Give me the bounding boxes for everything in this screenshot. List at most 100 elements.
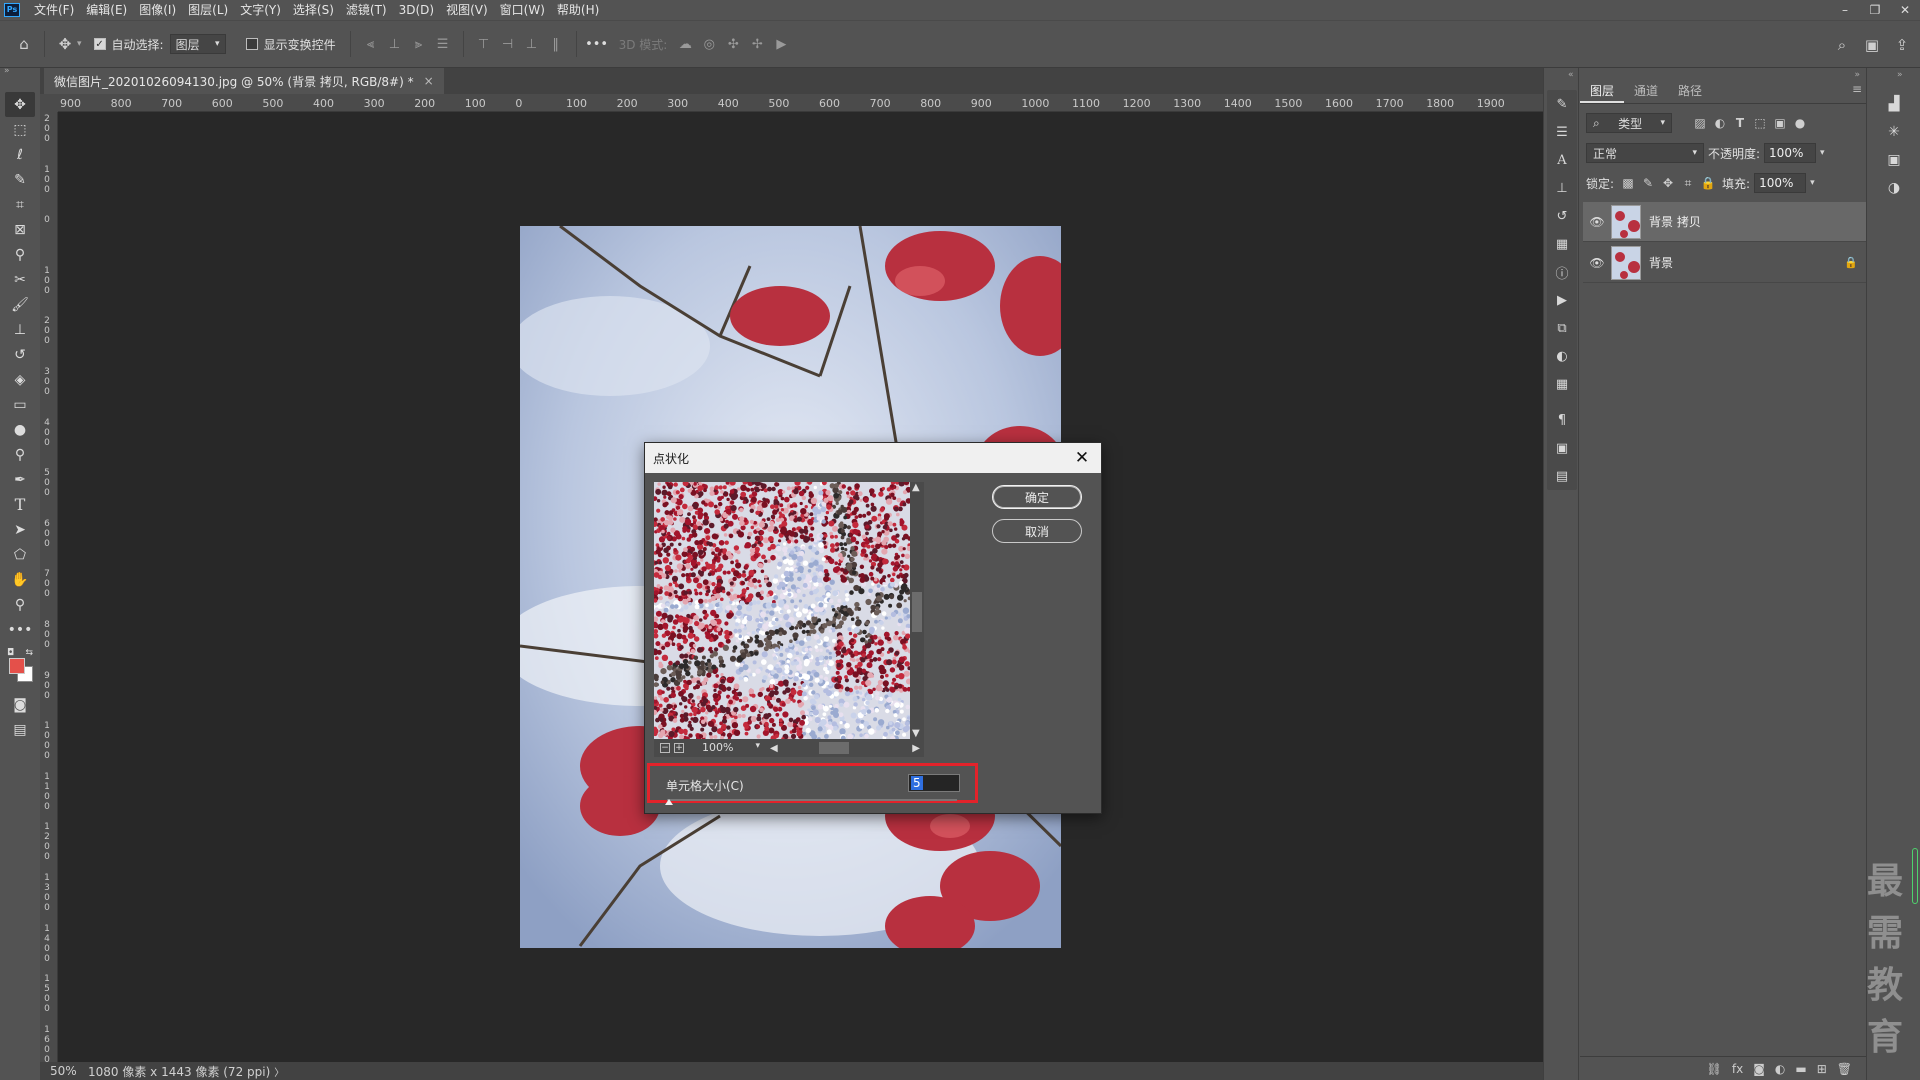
eyedropper-tool-icon[interactable]: ⚲ — [5, 242, 35, 267]
home-icon[interactable]: ⌂ — [12, 32, 36, 56]
edit-toolbar-icon[interactable]: ••• — [5, 617, 35, 642]
auto-select-dropdown[interactable]: 图层 ▾ — [169, 34, 226, 54]
scroll-left-icon[interactable]: ◀ — [770, 743, 778, 754]
restore-icon[interactable]: ❐ — [1860, 0, 1890, 20]
layer-name[interactable]: 背景 — [1649, 254, 1836, 271]
clone-source-icon[interactable]: ⊥ — [1547, 174, 1577, 202]
gradient-tool-icon[interactable]: ▭ — [5, 392, 35, 417]
screen-mode-icon[interactable]: ▤ — [5, 717, 35, 742]
visibility-eye-icon[interactable]: 👁 — [1583, 256, 1611, 270]
navigator-icon[interactable]: ✳ — [1879, 118, 1909, 146]
menu-3d[interactable]: 3D(D) — [393, 0, 440, 20]
tab-layers[interactable]: 图层 — [1580, 78, 1625, 103]
actions-icon[interactable]: ▶ — [1547, 286, 1577, 314]
show-transform-checkbox[interactable]: 显示变换控件 — [245, 36, 336, 53]
foreground-color-swatch[interactable] — [9, 658, 25, 674]
adjustments-icon[interactable]: ◑ — [1879, 174, 1909, 202]
3d-slide-icon[interactable]: ✢ — [745, 37, 769, 52]
distribute-v-icon[interactable]: ‖ — [544, 37, 568, 52]
align-right-icon[interactable]: ⫸ — [407, 37, 431, 52]
delete-layer-icon[interactable]: 🗑 — [1837, 1062, 1852, 1076]
opacity-input[interactable]: 100% — [1764, 143, 1817, 163]
move-tool-preset-icon[interactable]: ✥ — [53, 32, 77, 56]
canvas-area[interactable]: 点状化 ✕ ▲ ▼ − + 100% ▾ ◀ ▶ 确定 取消 单元格大小(C) … — [58, 112, 1543, 1062]
visibility-eye-icon[interactable]: 👁 — [1583, 215, 1611, 229]
menu-type[interactable]: 文字(Y) — [234, 0, 287, 20]
collapse-panel-icon[interactable]: « — [1568, 70, 1574, 80]
type-tool-icon[interactable]: T — [5, 492, 35, 517]
frame-tool-icon[interactable]: ⊠ — [5, 217, 35, 242]
notes-icon[interactable]: ▤ — [1547, 462, 1577, 490]
history-brush-tool-icon[interactable]: ↺ — [5, 342, 35, 367]
filter-smart-object-icon[interactable]: ▣ — [1770, 116, 1790, 130]
adjustments-icon[interactable]: ☰ — [1547, 118, 1577, 146]
cancel-button[interactable]: 取消 — [992, 519, 1082, 543]
more-options-icon[interactable]: ••• — [585, 37, 609, 52]
menu-help[interactable]: 帮助(H) — [551, 0, 605, 20]
fill-input[interactable]: 100% — [1754, 173, 1807, 193]
filter-type-icon[interactable]: T — [1730, 116, 1750, 130]
align-top-icon[interactable]: ⊤ — [472, 37, 496, 52]
brush-tool-icon[interactable]: 🖌 — [5, 292, 35, 317]
eraser-tool-icon[interactable]: ◈ — [5, 367, 35, 392]
menu-window[interactable]: 窗口(W) — [494, 0, 551, 20]
menu-select[interactable]: 选择(S) — [287, 0, 340, 20]
align-bottom-icon[interactable]: ⊥ — [520, 37, 544, 52]
hand-tool-icon[interactable]: ✋ — [5, 567, 35, 592]
default-colors-icon[interactable]: ◘ — [7, 648, 14, 658]
character-icon[interactable]: A — [1547, 146, 1577, 174]
blend-mode-dropdown[interactable]: 正常 ▾ — [1586, 143, 1704, 163]
ok-button[interactable]: 确定 — [992, 485, 1082, 509]
align-center-h-icon[interactable]: ⊥ — [383, 37, 407, 52]
scroll-down-icon[interactable]: ▼ — [912, 728, 920, 739]
minimize-icon[interactable]: – — [1830, 0, 1860, 20]
move-tool-icon[interactable]: ✥ — [5, 92, 35, 117]
swatches-icon[interactable]: ◐ — [1547, 342, 1577, 370]
filter-shape-icon[interactable]: ⬚ — [1750, 116, 1770, 130]
3d-scale-icon[interactable]: ▶ — [769, 37, 793, 52]
ruler-origin[interactable] — [40, 94, 58, 112]
close-icon[interactable]: ✕ — [1071, 447, 1093, 469]
layer-name[interactable]: 背景 拷贝 — [1649, 213, 1866, 230]
zoom-out-icon[interactable]: − — [660, 743, 670, 753]
clone-stamp-tool-icon[interactable]: ⊥ — [5, 317, 35, 342]
quick-select-tool-icon[interactable]: ✎ — [5, 167, 35, 192]
close-window-icon[interactable]: ✕ — [1890, 0, 1920, 20]
collapse-panel-icon[interactable]: » — [1897, 70, 1903, 80]
share-icon[interactable]: ⇪ — [1890, 33, 1914, 57]
chevron-right-icon[interactable]: 〉 — [274, 1064, 284, 1079]
auto-select-checkbox[interactable]: ✓ 自动选择: — [93, 36, 164, 53]
shape-tool-icon[interactable]: ⬠ — [5, 542, 35, 567]
link-layers-icon[interactable]: ⛓ — [1707, 1062, 1722, 1076]
filter-pixel-icon[interactable]: ▨ — [1690, 116, 1710, 130]
vertical-ruler[interactable]: 2 0 0 1 0 0 0 1 0 0 2 0 0 3 0 0 4 0 0 5 0 0 6 0 … — [40, 112, 58, 1062]
healing-brush-tool-icon[interactable]: ✂ — [5, 267, 35, 292]
align-middle-icon[interactable]: ⊣ — [496, 37, 520, 52]
menu-edit[interactable]: 编辑(E) — [80, 0, 133, 20]
dodge-tool-icon[interactable]: ⚲ — [5, 442, 35, 467]
color-swatches[interactable]: ◘ ⇆ — [5, 648, 35, 688]
tab-channels[interactable]: 通道 — [1624, 78, 1668, 103]
brush-settings-icon[interactable]: ✎ — [1547, 90, 1577, 118]
lock-transparent-pixels-icon[interactable]: ▩ — [1618, 176, 1638, 190]
properties-icon[interactable]: ▣ — [1879, 146, 1909, 174]
checkbox-checked-icon[interactable]: ✓ — [93, 38, 106, 50]
search-icon[interactable]: ⌕ — [1830, 33, 1854, 57]
tab-paths[interactable]: 路径 — [1668, 78, 1712, 103]
menu-layer[interactable]: 图层(L) — [182, 0, 234, 20]
cell-size-input[interactable]: 5 — [908, 774, 960, 792]
properties-icon[interactable]: ▣ — [1547, 434, 1577, 462]
document-tab[interactable]: 微信图片_20201026094130.jpg @ 50% (背景 拷贝, RG… — [44, 68, 444, 94]
pen-tool-icon[interactable]: ✒ — [5, 467, 35, 492]
align-left-icon[interactable]: ⫷ — [359, 37, 383, 52]
crop-tool-icon[interactable]: ⌗ — [5, 192, 35, 217]
paragraph-icon[interactable]: ¶ — [1547, 406, 1577, 434]
close-tab-icon[interactable]: × — [424, 74, 434, 88]
quick-mask-icon[interactable]: ◙ — [5, 692, 35, 717]
blur-tool-icon[interactable]: ● — [5, 417, 35, 442]
layer-filter-dropdown[interactable]: ⌕ 类型 ▾ — [1586, 113, 1672, 133]
layer-row-background-copy[interactable]: 👁 背景 拷贝 — [1583, 202, 1866, 242]
panel-scrollbar[interactable] — [1912, 848, 1918, 904]
horizontal-ruler[interactable]: 900 800 700 600 500 400 300 200 100 0 100 200 300 400… — [58, 94, 1543, 112]
layer-lock-icon[interactable]: 🔒 — [1836, 256, 1866, 269]
